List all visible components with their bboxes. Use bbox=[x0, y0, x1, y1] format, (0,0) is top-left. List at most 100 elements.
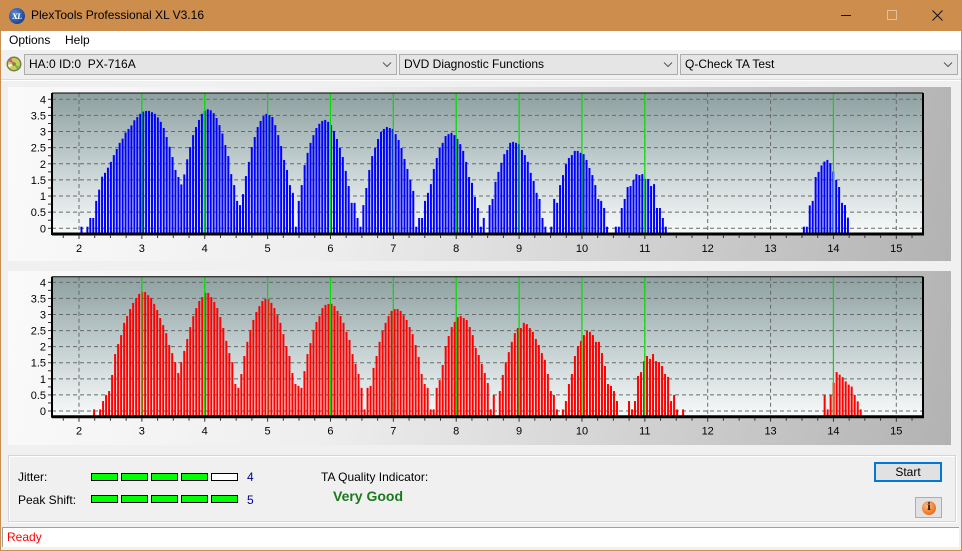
drive-select[interactable]: HA:0 ID:0 PX-716A bbox=[24, 54, 397, 75]
histogram-bar bbox=[150, 298, 153, 417]
histogram-bar bbox=[576, 150, 579, 234]
histogram-bar bbox=[450, 132, 453, 234]
jitter-segment bbox=[211, 473, 238, 481]
histogram-bar bbox=[564, 164, 567, 234]
histogram-bar bbox=[661, 365, 664, 417]
histogram-bar bbox=[655, 361, 658, 417]
histogram-bar bbox=[546, 374, 549, 417]
lower-chart-panel: 0 0.5 1 1.5 2 2.5 3 3.5 4 2 3 4 5 6 7 8 9 10 11 12 13 14 15 bbox=[8, 271, 951, 445]
peak-shift-value: 5 bbox=[247, 493, 254, 507]
jitter-segment bbox=[181, 473, 208, 481]
histogram-bar bbox=[377, 138, 380, 234]
histogram-bar bbox=[462, 318, 465, 417]
close-button[interactable] bbox=[914, 0, 960, 31]
histogram-bar bbox=[338, 148, 341, 234]
x-tick-label: 6 bbox=[327, 426, 333, 438]
y-tick-label: 0.5 bbox=[31, 207, 46, 219]
histogram-bar bbox=[594, 341, 597, 417]
histogram-bar bbox=[200, 113, 203, 234]
histogram-bar bbox=[540, 353, 543, 417]
histogram-bar bbox=[276, 315, 279, 417]
toolbar-divider-highlight bbox=[1, 80, 961, 81]
x-tick-label: 4 bbox=[202, 243, 208, 255]
histogram-bar bbox=[658, 362, 661, 417]
histogram-bar bbox=[623, 198, 626, 234]
histogram-bar bbox=[127, 128, 130, 234]
histogram-bar bbox=[247, 161, 250, 234]
histogram-bar bbox=[225, 340, 228, 417]
histogram-bar bbox=[156, 309, 159, 417]
x-tick-label: 14 bbox=[827, 243, 839, 255]
histogram-bar bbox=[291, 192, 294, 234]
histogram-bar bbox=[640, 372, 643, 417]
histogram-bar bbox=[476, 207, 479, 234]
histogram-bar bbox=[288, 185, 291, 234]
histogram-bar bbox=[115, 148, 118, 234]
histogram-bar bbox=[453, 321, 456, 417]
histogram-bar bbox=[268, 115, 271, 234]
histogram-bar bbox=[409, 179, 412, 234]
test-select[interactable]: Q-Check TA Test bbox=[680, 54, 958, 75]
histogram-bar bbox=[342, 322, 345, 417]
histogram-bar bbox=[585, 330, 588, 417]
peak-shift-segment bbox=[121, 495, 148, 503]
title-bar[interactable]: XL PlexTools Professional XL V3.16 bbox=[0, 0, 962, 31]
histogram-bar bbox=[148, 110, 151, 234]
peak-shift-segment bbox=[91, 495, 118, 503]
histogram-bar bbox=[573, 150, 576, 234]
histogram-bar bbox=[420, 374, 423, 417]
y-tick-label: 1 bbox=[40, 191, 46, 203]
jitter-meter bbox=[91, 473, 241, 481]
histogram-bar bbox=[846, 217, 849, 234]
window-title: PlexTools Professional XL V3.16 bbox=[31, 8, 204, 22]
histogram-bar bbox=[826, 159, 829, 234]
histogram-bar bbox=[309, 343, 312, 417]
histogram-bar bbox=[112, 155, 115, 234]
x-tick-label: 11 bbox=[639, 426, 650, 438]
histogram-bar bbox=[498, 391, 501, 417]
histogram-bar bbox=[215, 118, 218, 234]
plextools-logo-icon: XL bbox=[9, 8, 25, 24]
minimize-button[interactable] bbox=[822, 0, 868, 31]
histogram-bar bbox=[375, 355, 378, 417]
histogram-bar bbox=[411, 334, 414, 417]
function-select[interactable]: DVD Diagnostic Functions bbox=[399, 54, 678, 75]
jitter-segment bbox=[121, 473, 148, 481]
histogram-bar bbox=[459, 144, 462, 234]
chevron-down-icon bbox=[663, 62, 673, 68]
histogram-bar bbox=[385, 127, 388, 234]
histogram-bar bbox=[603, 207, 606, 234]
menu-help[interactable]: Help bbox=[64, 33, 91, 48]
histogram-bar bbox=[468, 327, 471, 417]
jitter-segment bbox=[91, 473, 118, 481]
histogram-bar bbox=[177, 373, 180, 417]
x-tick-label: 6 bbox=[327, 243, 333, 255]
histogram-bar bbox=[368, 169, 371, 234]
histogram-bar bbox=[570, 374, 573, 417]
histogram-bar bbox=[136, 117, 139, 234]
histogram-bar bbox=[227, 156, 230, 234]
histogram-bar bbox=[438, 380, 441, 417]
histogram-bar bbox=[153, 303, 156, 417]
histogram-bar bbox=[95, 200, 98, 234]
histogram-bar bbox=[405, 319, 408, 417]
histogram-bar bbox=[365, 187, 368, 234]
histogram-bar bbox=[324, 119, 327, 234]
histogram-bar bbox=[597, 198, 600, 234]
menu-options[interactable]: Options bbox=[8, 33, 51, 48]
y-tick-label: 2 bbox=[40, 159, 46, 171]
histogram-bar bbox=[450, 327, 453, 417]
x-tick-label: 9 bbox=[516, 426, 522, 438]
histogram-bar bbox=[153, 113, 156, 234]
histogram-bar bbox=[609, 385, 612, 417]
y-tick-label: 0 bbox=[40, 223, 46, 235]
histogram-bar bbox=[206, 109, 209, 234]
histogram-bar bbox=[288, 355, 291, 417]
histogram-bar bbox=[522, 322, 525, 417]
info-button[interactable]: i bbox=[915, 497, 942, 518]
histogram-bar bbox=[242, 194, 244, 234]
start-button[interactable]: Start bbox=[874, 462, 942, 482]
histogram-bar bbox=[189, 147, 192, 234]
maximize-button[interactable] bbox=[868, 0, 914, 31]
histogram-bar bbox=[129, 309, 132, 417]
